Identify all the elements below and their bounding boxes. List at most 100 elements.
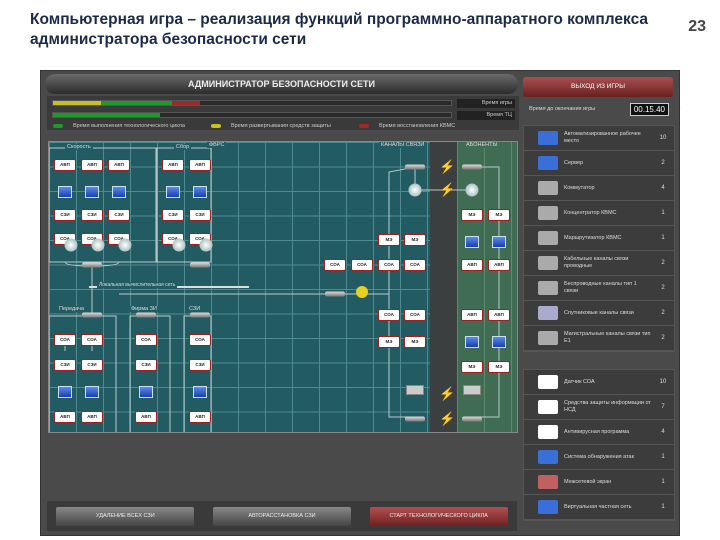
security-card[interactable]: МЭ [378, 234, 400, 246]
switch-icon[interactable] [82, 312, 102, 318]
security-card[interactable]: СЗИ НСД [54, 209, 76, 221]
list-item[interactable]: Концентратор КВМС 1 [524, 201, 674, 226]
security-card[interactable]: СОА [81, 334, 103, 346]
security-card[interactable]: СЗИ НСД [162, 209, 184, 221]
security-card[interactable]: СОА [324, 259, 346, 271]
security-card[interactable]: СЗИ НСД [189, 359, 211, 371]
list-item[interactable]: Виртуальная частная сеть 1 [524, 495, 674, 520]
security-card[interactable]: АВП [108, 159, 130, 171]
list-item[interactable]: Спутниковые каналы связи 2 [524, 301, 674, 326]
security-card[interactable]: СЗИ НСД [81, 209, 103, 221]
workstation-icon[interactable] [193, 186, 207, 198]
security-card[interactable]: СОА [351, 259, 373, 271]
workstation-icon[interactable] [85, 386, 99, 398]
remove-all-szi-button[interactable]: УДАЛЕНИЕ ВСЕХ СЗИ [56, 506, 195, 526]
satellite-dish-icon[interactable] [408, 183, 422, 197]
security-card[interactable]: МЭ [404, 336, 426, 348]
workstation-icon[interactable] [492, 336, 506, 348]
exit-game-button[interactable]: ВЫХОД ИЗ ИГРЫ [523, 77, 673, 97]
workstation-icon[interactable] [112, 186, 126, 198]
security-card[interactable]: МЭ [461, 209, 483, 221]
list-item[interactable]: Автоматизированное рабочее место 10 [524, 126, 674, 151]
switch-icon[interactable] [405, 164, 425, 170]
switch-icon[interactable] [405, 416, 425, 422]
lightning-icon[interactable]: ⚡ [439, 412, 455, 426]
list-item[interactable]: Кабельные каналы связи проводные 2 [524, 251, 674, 276]
satellite-dish-icon[interactable] [172, 238, 186, 252]
security-card[interactable]: СЗИ НСД [81, 359, 103, 371]
satellite-dish-icon[interactable] [465, 183, 479, 197]
security-card[interactable]: МЭ [488, 361, 510, 373]
security-card[interactable]: АВП [81, 159, 103, 171]
list-item[interactable]: Коммутатор 4 [524, 176, 674, 201]
list-item[interactable]: Антивирусная программа 4 [524, 420, 674, 445]
lightning-icon[interactable]: ⚡ [439, 183, 455, 197]
workstation-icon[interactable] [58, 186, 72, 198]
security-card[interactable]: АВП [162, 159, 184, 171]
switch-icon[interactable] [325, 291, 345, 297]
network-grid[interactable]: Скорость Сбор ФВРС КАНАЛЫ СВЯЗИ АБОНЕНТЫ… [48, 141, 518, 433]
security-card[interactable]: СОА [378, 309, 400, 321]
workstation-icon[interactable] [492, 236, 506, 248]
security-card[interactable]: СОА [189, 334, 211, 346]
security-card[interactable]: АВП [189, 411, 211, 423]
workstation-icon[interactable] [465, 336, 479, 348]
security-card[interactable]: СЗИ НСД [108, 209, 130, 221]
satellite-dish-icon[interactable] [118, 238, 132, 252]
security-card[interactable]: АВП [189, 159, 211, 171]
switch-icon[interactable] [462, 164, 482, 170]
workstation-icon[interactable] [85, 186, 99, 198]
security-card[interactable]: МЭ [378, 336, 400, 348]
security-card[interactable]: СОА [404, 309, 426, 321]
security-card[interactable]: АВП [461, 259, 483, 271]
switch-icon[interactable] [82, 262, 102, 268]
workstation-icon[interactable] [58, 386, 72, 398]
modem-icon[interactable] [463, 385, 481, 395]
modem-icon[interactable] [406, 385, 424, 395]
security-card[interactable]: СЗИ НСД [189, 209, 211, 221]
security-card[interactable]: АВП [81, 411, 103, 423]
list-item[interactable]: Магистральные каналы связи тип Е1 2 [524, 326, 674, 351]
auto-place-szi-button[interactable]: АВТОРАССТАНОВКА СЗИ [212, 506, 351, 526]
satellite-dish-icon[interactable] [199, 238, 213, 252]
satellite-dish-icon[interactable] [64, 238, 78, 252]
list-item[interactable]: Межсетевой экран 1 [524, 470, 674, 495]
security-card[interactable]: АВП [488, 259, 510, 271]
security-card[interactable]: СОА [404, 259, 426, 271]
security-card[interactable]: СЗИ НСД [54, 359, 76, 371]
time-value: 00.15.40 [629, 103, 669, 116]
security-card[interactable]: АВП [54, 159, 76, 171]
item-count: 2 [661, 310, 665, 316]
firewall-icon[interactable] [356, 286, 368, 298]
list-item[interactable]: Датчик СОА 10 [524, 370, 674, 395]
security-card[interactable]: СЗИ НСД [135, 359, 157, 371]
security-card[interactable]: СОА [54, 334, 76, 346]
security-card[interactable]: АВП [54, 411, 76, 423]
security-card[interactable]: АВП [488, 309, 510, 321]
security-card[interactable]: МЭ [461, 361, 483, 373]
list-item[interactable]: Маршрутизатор КВМС 1 [524, 226, 674, 251]
list-item[interactable]: Сервер 2 [524, 151, 674, 176]
switch-icon[interactable] [190, 312, 210, 318]
security-card[interactable]: МЭ [488, 209, 510, 221]
security-card[interactable]: СОА [378, 259, 400, 271]
list-item[interactable]: Система обнаружения атак 1 [524, 445, 674, 470]
lightning-icon[interactable]: ⚡ [439, 387, 455, 401]
list-item[interactable]: Средства защиты информации от НСД 7 [524, 395, 674, 420]
workstation-icon[interactable] [166, 186, 180, 198]
workstation-icon[interactable] [193, 386, 207, 398]
satellite-dish-icon[interactable] [91, 238, 105, 252]
security-card[interactable]: АВП [135, 411, 157, 423]
switch-icon [538, 181, 558, 195]
security-card[interactable]: СОА [135, 334, 157, 346]
security-card[interactable]: АВП [461, 309, 483, 321]
switch-icon[interactable] [136, 312, 156, 318]
lightning-icon[interactable]: ⚡ [439, 160, 455, 174]
switch-icon[interactable] [190, 262, 210, 268]
start-cycle-button[interactable]: СТАРТ ТЕХНОЛОГИЧЕСКОГО ЦИКЛА [369, 506, 508, 526]
list-item[interactable]: Беспроводные каналы тип 1 связи 2 [524, 276, 674, 301]
switch-icon[interactable] [462, 416, 482, 422]
workstation-icon[interactable] [139, 386, 153, 398]
security-card[interactable]: МЭ [404, 234, 426, 246]
workstation-icon[interactable] [465, 236, 479, 248]
